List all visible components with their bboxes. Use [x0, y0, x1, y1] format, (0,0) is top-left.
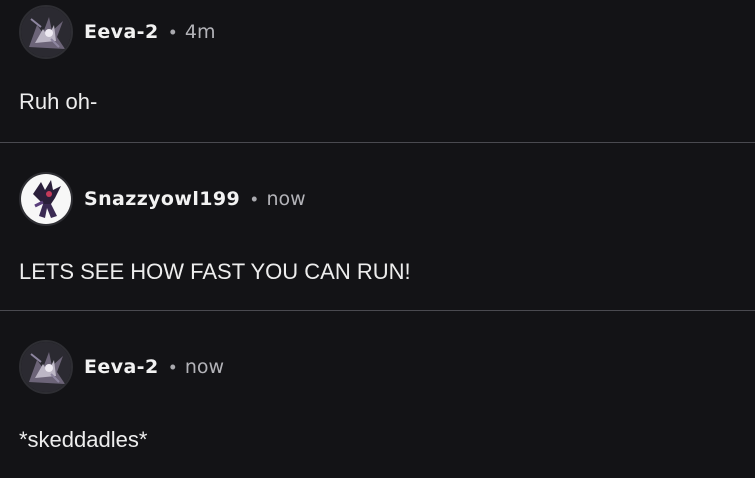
dark-hedgehog-avatar-icon	[21, 174, 71, 224]
timestamp: now	[184, 356, 225, 378]
purple-character-avatar-icon	[21, 342, 71, 392]
comment-header: Snazzyowl199 • now	[19, 172, 306, 226]
timestamp: 4m	[184, 21, 216, 43]
meta-separator: •	[169, 21, 176, 42]
avatar[interactable]	[19, 5, 73, 59]
comment-header: Eeva-2 • now	[19, 340, 224, 394]
username[interactable]: Eeva-2	[84, 356, 159, 378]
comment-item: Eeva-2 • now *skeddadles*	[0, 311, 755, 478]
timestamp: now	[266, 188, 306, 210]
username[interactable]: Snazzyowl199	[84, 188, 240, 210]
meta-separator: •	[169, 356, 176, 377]
comment-item: Eeva-2 • 4m Ruh oh-	[0, 0, 755, 142]
comment-text: Ruh oh-	[19, 89, 98, 114]
comment-header: Eeva-2 • 4m	[19, 5, 216, 59]
avatar[interactable]	[19, 340, 73, 394]
purple-character-avatar-icon	[21, 7, 71, 57]
comment-item: Snazzyowl199 • now LETS SEE HOW FAST YOU…	[0, 143, 755, 310]
comment-text: *skeddadles*	[19, 427, 148, 452]
comment-text: LETS SEE HOW FAST YOU CAN RUN!	[19, 259, 411, 284]
avatar[interactable]	[19, 172, 73, 226]
meta-separator: •	[251, 188, 258, 209]
username[interactable]: Eeva-2	[84, 21, 159, 43]
